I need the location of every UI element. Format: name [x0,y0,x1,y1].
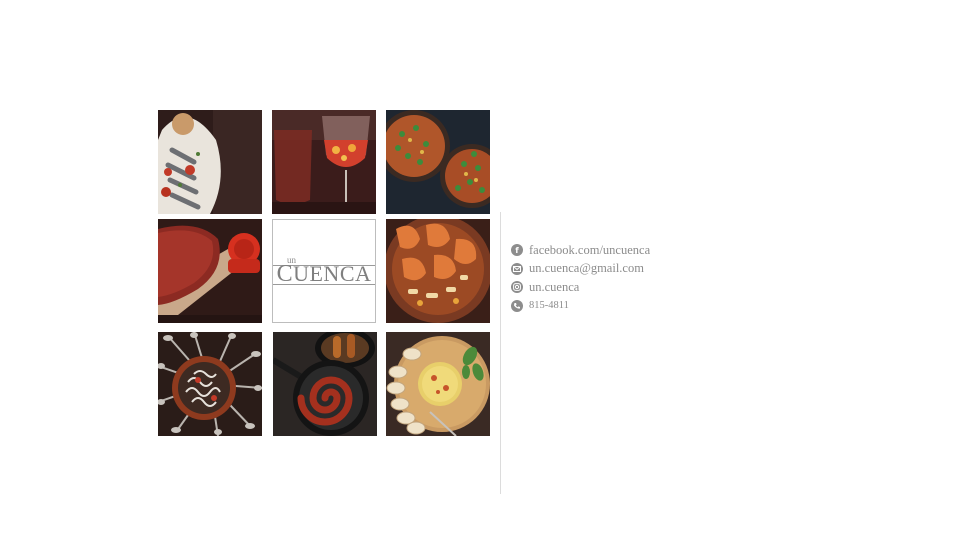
contact-phone[interactable]: 815-4811 [511,297,650,315]
contact-email[interactable]: un.cuenca@gmail.com [511,260,650,278]
logo-initial: C [276,261,294,287]
contact-phone-text: 815-4811 [529,300,569,312]
contact-instagram-text: un.cuenca [529,279,580,294]
instagram-icon [511,281,523,294]
vertical-divider [500,212,501,494]
email-icon [511,262,523,275]
contact-list: f facebook.com/uncuenca un.cuenca@gmail.… [511,241,650,315]
photo-baby-eels-cazuela [158,332,262,436]
photo-tortilla-bread-board [386,332,490,436]
photo-sangria-glass [272,110,376,214]
phone-icon [511,299,523,312]
logo-tile: un CUENCA [272,219,376,323]
contact-facebook[interactable]: f facebook.com/uncuenca [511,241,650,259]
photo-paella-pans [386,110,490,214]
contact-facebook-text: facebook.com/uncuenca [529,242,651,257]
contact-email-text: un.cuenca@gmail.com [529,261,644,276]
photo-garlic-shrimp [386,219,490,323]
photo-cured-ham [158,219,262,323]
photo-chorizo-skillet [273,332,377,436]
logo-wordmark: CUENCA [276,261,372,287]
photo-grilled-sardines [158,110,262,214]
logo-rest: UENCA [293,261,372,286]
contact-instagram[interactable]: un.cuenca [511,278,650,296]
facebook-icon: f [511,244,523,256]
